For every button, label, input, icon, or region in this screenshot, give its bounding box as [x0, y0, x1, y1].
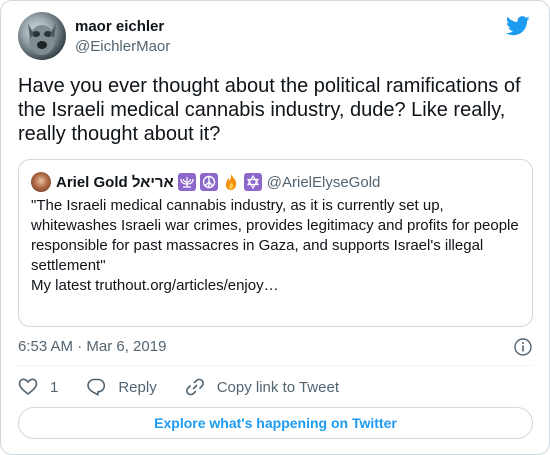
author-display-name[interactable]: maor eichler [75, 17, 170, 36]
tweet-card: maor eichler @EichlerMaor Have you ever … [0, 0, 550, 455]
dog-avatar-image [28, 24, 56, 55]
copy-link-button[interactable]: Copy link to Tweet [185, 377, 339, 397]
quoted-tweet-text: "The Israeli medical cannabis industry, … [31, 197, 519, 274]
fire-icon [225, 174, 236, 190]
heart-icon [18, 378, 38, 396]
tweet-meta: 6:53 AM · Mar 6, 2019 [18, 338, 532, 356]
quoted-author-handle: @ArielElyseGold [266, 173, 381, 191]
explore-twitter-button[interactable]: Explore what's happening on Twitter [18, 407, 533, 439]
tweet-timestamp[interactable]: 6:53 AM · Mar 6, 2019 [18, 338, 166, 355]
reply-bubble-icon [87, 378, 106, 396]
author-handle[interactable]: @EichlerMaor [75, 37, 170, 57]
author-names: maor eichler @EichlerMaor [75, 17, 170, 57]
quoted-author-display-name: Ariel Gold אריאל [56, 173, 174, 191]
quoted-tweet-body: "The Israeli medical cannabis industry, … [31, 196, 523, 296]
like-count: 1 [50, 378, 59, 396]
quoted-tweet[interactable]: Ariel Gold אריאל @ArielElyseGold "The Is… [18, 159, 533, 327]
author-avatar[interactable] [18, 12, 66, 60]
like-button[interactable]: 1 [18, 377, 58, 397]
quoted-author-avatar [31, 172, 51, 192]
copy-link-label: Copy link to Tweet [216, 378, 339, 396]
tweet-text: Have you ever thought about the politica… [18, 75, 521, 145]
tweet-header: maor eichler @EichlerMaor [18, 12, 532, 64]
tweet-actions: 1 Reply Copy link to Tweet [18, 376, 367, 398]
star-of-david-icon [243, 173, 262, 191]
quoted-tweet-link[interactable]: My latest truthout.org/articles/enjoy… [31, 276, 523, 296]
menorah-emoji-icon [177, 173, 196, 191]
quoted-tweet-header: Ariel Gold אריאל @ArielElyseGold [31, 172, 380, 192]
info-icon[interactable] [514, 338, 532, 356]
reply-label: Reply [118, 378, 157, 396]
reply-button[interactable]: Reply [86, 377, 157, 397]
peace-symbol-icon [199, 173, 218, 191]
twitter-bird-icon[interactable] [506, 16, 530, 36]
actions-divider [18, 365, 532, 366]
link-icon [185, 378, 204, 396]
